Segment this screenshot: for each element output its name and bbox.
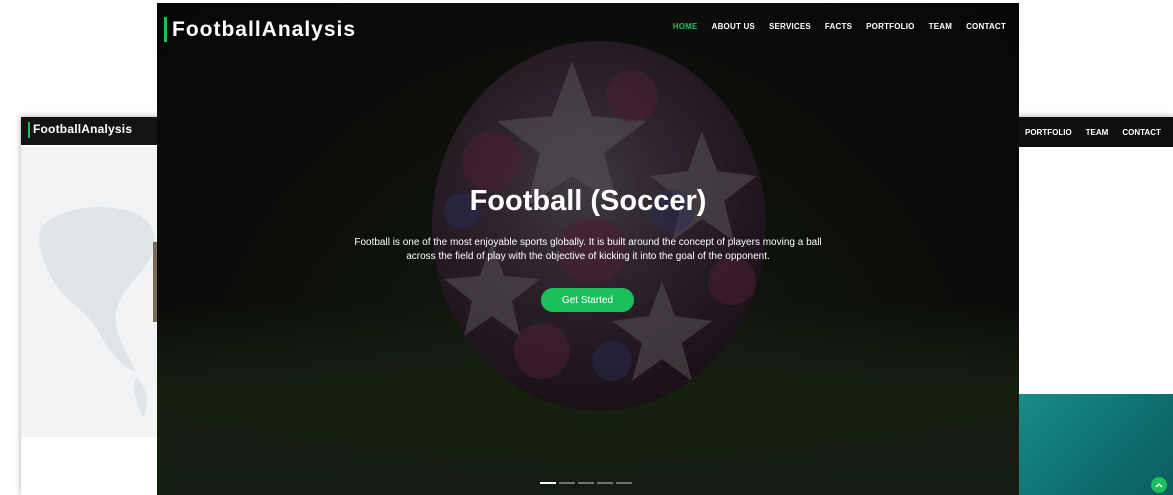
nav-facts[interactable]: FACTS — [825, 22, 852, 31]
nav-services[interactable]: SERVICES — [769, 22, 811, 31]
back-to-top-button[interactable] — [1151, 477, 1167, 493]
carousel-indicator-4[interactable] — [597, 482, 613, 484]
right-preview-nav-team[interactable]: TEAM — [1086, 128, 1109, 137]
main-hero-window: FootballAnalysis HOME ABOUT US SERVICES … — [157, 3, 1019, 495]
hero-description: Football is one of the most enjoyable sp… — [354, 237, 822, 262]
nav-contact[interactable]: CONTACT — [966, 22, 1006, 31]
nav-portfolio[interactable]: PORTFOLIO — [866, 22, 914, 31]
right-preview-teal-section — [1000, 394, 1173, 495]
nav-team[interactable]: TEAM — [929, 22, 952, 31]
logo-accent-bar — [164, 17, 167, 42]
chevron-up-icon — [1155, 483, 1163, 488]
left-preview-logo-accent — [28, 122, 30, 138]
carousel-indicator-1[interactable] — [540, 482, 556, 484]
main-navigation: HOME ABOUT US SERVICES FACTS PORTFOLIO T… — [659, 22, 1006, 31]
carousel-indicator-5[interactable] — [616, 482, 632, 484]
right-preview-window: PORTFOLIO TEAM CONTACT — [1000, 117, 1173, 495]
left-preview-logo: FootballAnalysis — [33, 122, 133, 136]
nav-about-us[interactable]: ABOUT US — [712, 22, 755, 31]
right-preview-nav-portfolio[interactable]: PORTFOLIO — [1025, 128, 1072, 137]
carousel-indicator-3[interactable] — [578, 482, 594, 484]
get-started-button[interactable]: Get Started — [541, 288, 634, 312]
carousel-indicator-2[interactable] — [559, 482, 575, 484]
right-preview-nav-contact[interactable]: CONTACT — [1122, 128, 1161, 137]
nav-home[interactable]: HOME — [673, 22, 698, 31]
site-logo[interactable]: FootballAnalysis — [172, 17, 356, 42]
right-preview-header: PORTFOLIO TEAM CONTACT — [1000, 117, 1173, 147]
hero-title: Football (Soccer) — [469, 185, 707, 217]
carousel-indicators — [540, 482, 635, 484]
site-header: FootballAnalysis HOME ABOUT US SERVICES … — [157, 3, 1019, 53]
